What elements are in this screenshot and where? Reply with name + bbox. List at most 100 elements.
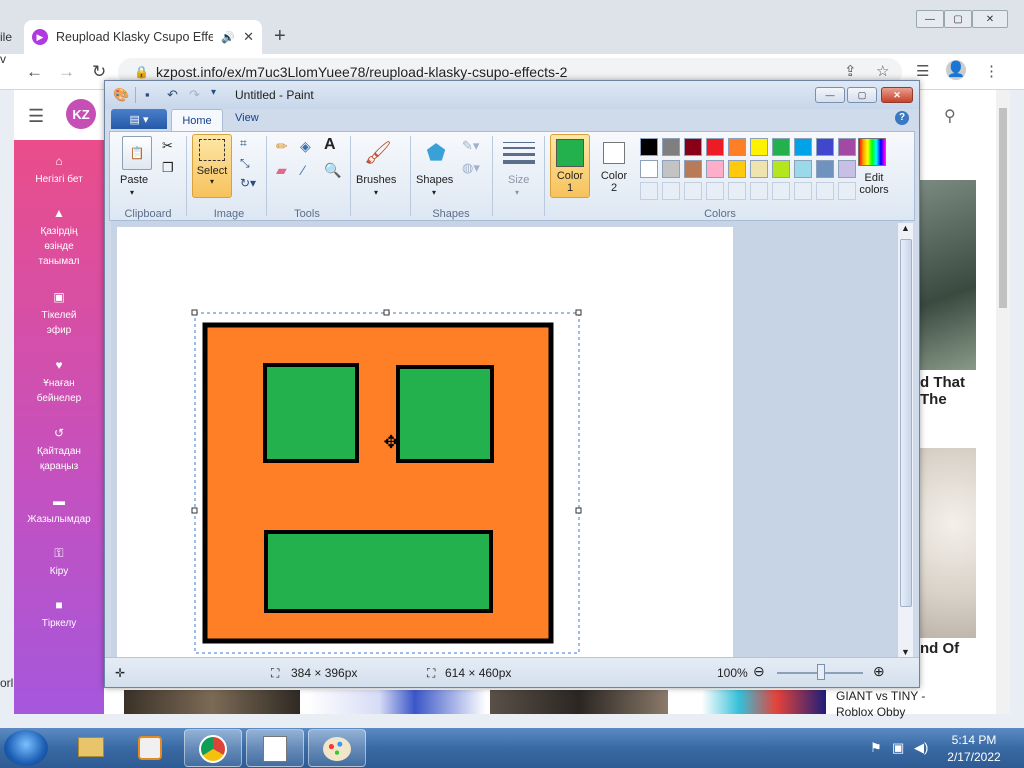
paint-taskbar-button[interactable] xyxy=(308,729,366,767)
brush-icon[interactable]: 🖌 xyxy=(360,136,396,170)
browser-minimize-button[interactable]: — xyxy=(916,10,944,28)
paint-title-bar[interactable]: 🎨 ▪ ↶ ↷ ▾ Untitled - Paint — ▢ ✕ xyxy=(105,81,919,109)
custom-color-slot[interactable] xyxy=(816,182,834,200)
outline-icon[interactable]: ✎▾ xyxy=(462,138,479,154)
customize-toolbar-icon[interactable]: ▾ xyxy=(211,87,216,98)
palette-swatch[interactable] xyxy=(706,138,724,156)
palette-swatch[interactable] xyxy=(816,160,834,178)
size-button[interactable]: Size xyxy=(508,174,529,186)
volume-icon[interactable]: ◀) xyxy=(914,740,928,756)
color-picker-icon[interactable]: ⁄ xyxy=(302,162,304,178)
sidebar-item-subscriptions[interactable]: ▬ Жазылымдар xyxy=(14,494,104,527)
speaker-icon[interactable]: 🔊 xyxy=(221,31,235,44)
profile-icon[interactable]: 👤 xyxy=(946,60,966,80)
sidebar-item-register[interactable]: ■ Тіркелу xyxy=(14,598,104,631)
browser-tab[interactable]: ▶ Reupload Klasky Csupo Effec 🔊 ✕ xyxy=(24,20,262,54)
save-icon[interactable]: ▪ xyxy=(145,87,150,102)
search-icon[interactable]: ⚲ xyxy=(944,106,956,126)
video-title[interactable]: GIANT vs TINY - Roblox Obby xyxy=(836,688,925,720)
palette-swatch[interactable] xyxy=(684,160,702,178)
copy-icon[interactable]: ❐ xyxy=(162,160,174,176)
chevron-down-icon[interactable]: ▾ xyxy=(374,188,378,197)
hamburger-menu-icon[interactable]: ☰ xyxy=(28,106,44,127)
video-thumbnail[interactable] xyxy=(308,690,486,714)
paste-button[interactable]: Paste xyxy=(120,174,148,186)
fill-shape-icon[interactable]: ◍▾ xyxy=(462,160,480,176)
rotate-icon[interactable]: ↻▾ xyxy=(240,176,256,190)
palette-swatch[interactable] xyxy=(772,160,790,178)
edit-colors-button[interactable]: Edit colors xyxy=(854,172,894,196)
palette-swatch[interactable] xyxy=(684,138,702,156)
drawing-canvas[interactable]: ✥ xyxy=(117,227,733,657)
sidebar-item-trending[interactable]: ▲ Қазірдің өзінде танымал xyxy=(14,206,104,269)
redo-icon[interactable]: ↷ xyxy=(189,87,200,103)
zoom-in-icon[interactable]: ⊕ xyxy=(873,663,885,680)
video-thumbnail[interactable] xyxy=(920,180,976,370)
chrome-taskbar-button[interactable] xyxy=(184,729,242,767)
custom-color-slot[interactable] xyxy=(750,182,768,200)
paste-icon[interactable]: 📋 xyxy=(122,136,152,170)
paint-close-button[interactable]: ✕ xyxy=(881,87,913,103)
share-icon[interactable]: ⇪ xyxy=(844,62,857,80)
color2-button[interactable]: Color 2 xyxy=(594,134,634,198)
custom-color-slot[interactable] xyxy=(706,182,724,200)
cut-icon[interactable]: ✂ xyxy=(162,138,173,154)
custom-color-slot[interactable] xyxy=(640,182,658,200)
palette-swatch[interactable] xyxy=(772,138,790,156)
shapes-button[interactable]: Shapes xyxy=(416,174,453,186)
sidebar-item-history[interactable]: ↺ Қайтадан қараңыз xyxy=(14,426,104,474)
video-title[interactable]: d That The xyxy=(920,374,980,408)
sidebar-item-liked[interactable]: ♥ Ұнаған бейнелер xyxy=(14,358,104,406)
browser-restore-button[interactable]: ▢ xyxy=(944,10,972,28)
new-tab-button[interactable]: + xyxy=(274,25,286,48)
custom-color-slot[interactable] xyxy=(728,182,746,200)
palette-swatch[interactable] xyxy=(750,160,768,178)
menu-dots-icon[interactable]: ⋮ xyxy=(984,62,999,80)
paint-maximize-button[interactable]: ▢ xyxy=(847,87,877,103)
zoom-slider-thumb[interactable] xyxy=(817,664,825,680)
size-icon[interactable] xyxy=(502,138,536,168)
file-menu-button[interactable]: ▤ ▾ xyxy=(111,109,167,129)
palette-swatch[interactable] xyxy=(640,138,658,156)
color1-button[interactable]: Color 1 xyxy=(550,134,590,198)
forward-arrow-icon[interactable]: → xyxy=(58,62,75,82)
media-player-taskbar-button[interactable] xyxy=(122,729,180,767)
site-logo[interactable]: KZ xyxy=(66,99,96,129)
close-tab-icon[interactable]: ✕ xyxy=(243,29,254,45)
palette-swatch[interactable] xyxy=(794,160,812,178)
palette-swatch[interactable] xyxy=(662,160,680,178)
start-button[interactable] xyxy=(4,730,48,766)
paint-minimize-button[interactable]: — xyxy=(815,87,845,103)
video-thumbnail[interactable] xyxy=(702,690,826,714)
undo-icon[interactable]: ↶ xyxy=(167,87,178,103)
tab-home[interactable]: Home xyxy=(171,109,223,131)
reload-icon[interactable]: ↻ xyxy=(92,62,106,82)
page-scrollbar[interactable] xyxy=(996,90,1010,714)
custom-color-slot[interactable] xyxy=(772,182,790,200)
chevron-down-icon[interactable]: ▾ xyxy=(130,188,134,197)
shapes-icon[interactable]: ⬟ xyxy=(418,136,454,170)
custom-color-slot[interactable] xyxy=(794,182,812,200)
chevron-down-icon[interactable]: ▾ xyxy=(515,188,519,197)
palette-swatch[interactable] xyxy=(706,160,724,178)
custom-color-slot[interactable] xyxy=(684,182,702,200)
edit-colors-icon[interactable] xyxy=(858,138,886,166)
canvas-scrollbar[interactable]: ▲ ▼ xyxy=(897,223,913,657)
notepad-taskbar-button[interactable] xyxy=(246,729,304,767)
help-icon[interactable]: ? xyxy=(895,111,909,125)
custom-color-slot[interactable] xyxy=(662,182,680,200)
browser-close-button[interactable]: ✕ xyxy=(972,10,1008,28)
video-title[interactable]: nd Of xyxy=(920,640,980,657)
fill-icon[interactable]: ◈ xyxy=(300,138,311,155)
palette-swatch[interactable] xyxy=(662,138,680,156)
pencil-icon[interactable]: ✏ xyxy=(276,138,288,155)
sidebar-item-home[interactable]: ⌂ Негізгі бет xyxy=(14,154,104,187)
zoom-out-icon[interactable]: ⊖ xyxy=(753,663,765,680)
network-icon[interactable]: ▣ xyxy=(892,740,904,756)
palette-swatch[interactable] xyxy=(728,138,746,156)
crop-icon[interactable]: ⌗ xyxy=(240,136,247,151)
sidebar-item-live[interactable]: ▣ Тікелей эфир xyxy=(14,290,104,338)
eraser-icon[interactable]: ▰ xyxy=(276,162,287,179)
tab-view[interactable]: View xyxy=(235,112,259,124)
brushes-button[interactable]: Brushes xyxy=(356,174,396,186)
